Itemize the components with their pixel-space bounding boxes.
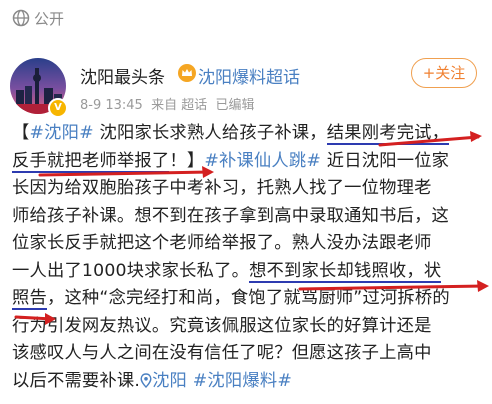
author-name[interactable]: 沈阳最头条 bbox=[80, 63, 165, 88]
super-topic-link[interactable]: 沈阳爆料超话 bbox=[198, 63, 300, 88]
globe-icon bbox=[12, 9, 30, 27]
post-meta: 8-9 13:45 来自 超话 已编辑 bbox=[80, 98, 255, 113]
hashtag-link[interactable]: #沈阳爆料# bbox=[193, 371, 292, 391]
crown-icon bbox=[178, 64, 196, 82]
location-pin-icon bbox=[140, 372, 152, 388]
body-line: 行为引发网友热议。究竟该佩服这位家长的好算计还是 bbox=[12, 315, 432, 336]
visibility-label: 公开 bbox=[34, 10, 65, 28]
body-line: 反手就把老师举报了！】#补课仙人跳# 近日沈阳一位家 bbox=[12, 150, 450, 173]
top-bar: 公开 bbox=[0, 0, 492, 40]
hashtag-link[interactable]: #补课仙人跳# bbox=[204, 151, 321, 171]
verified-badge-icon: V bbox=[48, 98, 68, 118]
body-line: 师给孩子补课。想不到在孩子拿到高中录取通知书后，这 bbox=[12, 205, 450, 226]
location-link[interactable]: 沈阳 bbox=[152, 371, 187, 391]
body-line: 该感叹人与人之间在没有信任了呢？但愿这孩子上高中 bbox=[12, 343, 432, 363]
hashtag-link[interactable]: #沈阳# bbox=[29, 123, 93, 143]
body-line: 一人出了1000块求家长私了。想不到家长却钱照收，状 bbox=[12, 260, 442, 283]
follow-button[interactable]: +关注 bbox=[411, 58, 477, 88]
body-line: 位家长反手就把这个老师给举报了。熟人没办法跟老师 bbox=[12, 233, 432, 253]
body-line: 以后不需要补课. 沈阳 #沈阳爆料# bbox=[12, 370, 293, 391]
body-line: 长因为给双胞胎孩子中考补习，托熟人找了一位物理老 bbox=[12, 178, 432, 198]
body-line: 照告，这种“念完经打和尚，食饱了就骂厨师”过河拆桥的 bbox=[12, 288, 450, 310]
body-line: 【#沈阳# 沈阳家长求熟人给孩子补课，结果刚考完试， bbox=[12, 123, 450, 145]
post-body: 【#沈阳# 沈阳家长求熟人给孩子补课，结果刚考完试， 反手就把老师举报了！】#补… bbox=[12, 120, 488, 395]
